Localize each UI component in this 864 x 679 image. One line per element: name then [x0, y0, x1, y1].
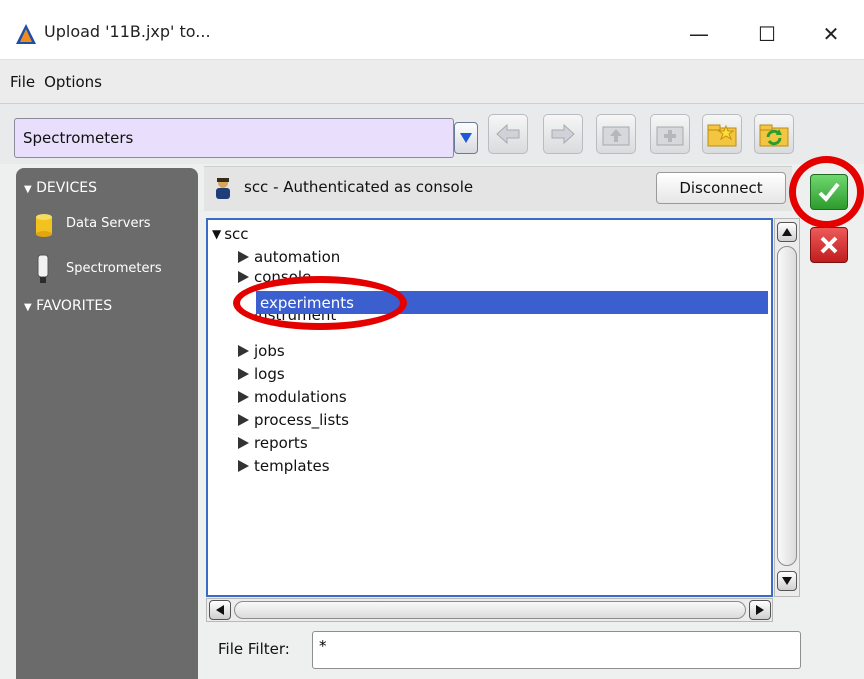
expand-triangle-icon: ▼: [24, 302, 32, 313]
tree-item-label: jobs: [254, 341, 285, 360]
annotation-oval-confirm: [789, 156, 864, 228]
file-filter-label: File Filter:: [218, 640, 290, 658]
connection-status: scc - Authenticated as console: [244, 178, 474, 196]
location-combobox[interactable]: Spectrometers: [14, 118, 454, 158]
annotation-oval-experiments: [233, 276, 407, 330]
scroll-down-button[interactable]: [777, 571, 797, 591]
tree-root-label: scc: [224, 224, 249, 243]
vertical-scroll-thumb[interactable]: [777, 246, 797, 566]
up-folder-icon: [602, 126, 630, 146]
tree-item-label: modulations: [254, 387, 347, 406]
collapsed-triangle-icon: [238, 390, 249, 403]
new-folder-button[interactable]: [650, 114, 690, 154]
collapsed-triangle-icon: [238, 459, 249, 472]
folder-tree[interactable]: ▼ scc automation console experiments ins…: [206, 218, 773, 597]
favorites-header[interactable]: ▼ FAVORITES: [24, 298, 112, 314]
tree-item-process-lists[interactable]: process_lists: [238, 408, 349, 431]
window-title: Upload '11B.jxp' to...: [44, 22, 211, 41]
user-icon: [216, 178, 230, 199]
minimize-button[interactable]: —: [676, 14, 722, 54]
tree-item-jobs[interactable]: jobs: [238, 339, 285, 362]
sidebar: [16, 168, 198, 679]
maximize-button[interactable]: ☐: [744, 14, 790, 54]
refresh-folder-button[interactable]: [754, 114, 794, 154]
favorites-header-label: FAVORITES: [36, 298, 113, 314]
tree-item-reports[interactable]: reports: [238, 431, 308, 454]
menu-bar: File Options: [0, 60, 864, 104]
close-x-icon: [820, 236, 838, 254]
devices-header-label: DEVICES: [36, 180, 97, 196]
scroll-right-button[interactable]: [749, 600, 771, 620]
tree-item-label: process_lists: [254, 410, 349, 429]
collapsed-triangle-icon: [238, 367, 249, 380]
collapsed-triangle-icon: [238, 271, 249, 283]
tree-item-label: reports: [254, 433, 308, 452]
scroll-left-button[interactable]: [209, 600, 231, 620]
forward-arrow-icon: [551, 123, 575, 145]
chevron-down-icon: [460, 133, 472, 143]
collapsed-triangle-icon: [238, 250, 249, 263]
tree-root-scc[interactable]: ▼ scc: [212, 222, 249, 245]
scroll-up-button[interactable]: [777, 222, 797, 242]
close-button[interactable]: ✕: [808, 14, 854, 54]
favorite-folder-button[interactable]: [702, 114, 742, 154]
sidebar-item-data-servers[interactable]: Data Servers: [66, 216, 151, 231]
file-filter-input[interactable]: [312, 631, 801, 669]
database-icon: [36, 214, 52, 237]
cancel-button[interactable]: [810, 227, 848, 263]
arrow-right-icon: [756, 605, 764, 615]
favorite-folder-icon: [707, 124, 737, 147]
expanded-triangle-icon: ▼: [212, 226, 222, 241]
menu-file[interactable]: File: [10, 73, 35, 91]
combobox-dropdown-button[interactable]: [454, 122, 478, 154]
add-folder-icon: [656, 126, 684, 146]
tree-item-label: logs: [254, 364, 285, 383]
tree-item-modulations[interactable]: modulations: [238, 385, 347, 408]
horizontal-scroll-thumb[interactable]: [234, 601, 746, 619]
collapsed-triangle-icon: [238, 413, 249, 426]
sidebar-item-spectrometers[interactable]: Spectrometers: [66, 261, 162, 276]
arrow-up-icon: [782, 228, 792, 236]
app-logo-icon: [16, 24, 36, 44]
location-value: Spectrometers: [23, 129, 134, 147]
arrow-left-icon: [216, 605, 224, 615]
collapsed-triangle-icon: [238, 344, 249, 357]
spectrometer-icon: [37, 254, 49, 283]
menu-options[interactable]: Options: [44, 73, 102, 91]
tree-item-templates[interactable]: templates: [238, 454, 330, 477]
tree-item-label: templates: [254, 456, 330, 475]
forward-button[interactable]: [543, 114, 583, 154]
collapsed-triangle-icon: [238, 436, 249, 449]
back-button[interactable]: [488, 114, 528, 154]
expand-triangle-icon: ▼: [24, 184, 32, 195]
refresh-folder-icon: [759, 124, 789, 147]
arrow-down-icon: [782, 577, 792, 585]
back-arrow-icon: [496, 123, 520, 145]
tree-item-label: automation: [254, 247, 341, 266]
tree-item-automation[interactable]: automation: [238, 245, 340, 268]
disconnect-button[interactable]: Disconnect: [656, 172, 786, 204]
devices-header[interactable]: ▼ DEVICES: [24, 180, 97, 196]
up-folder-button[interactable]: [596, 114, 636, 154]
tree-item-logs[interactable]: logs: [238, 362, 285, 385]
